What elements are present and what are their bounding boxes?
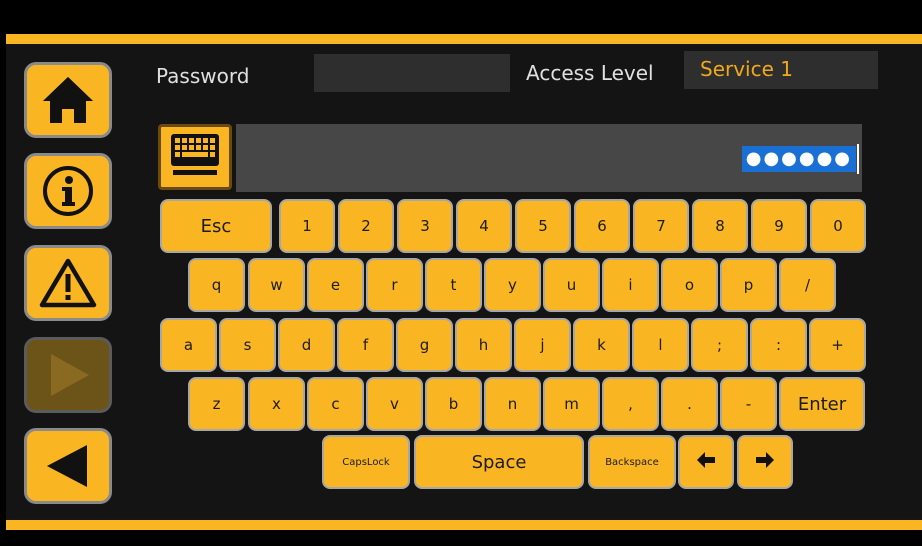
key-o[interactable]: o (661, 258, 718, 312)
key-l[interactable]: l (632, 318, 689, 372)
play-icon (43, 350, 93, 400)
key-h[interactable]: h (455, 318, 512, 372)
key-z[interactable]: z (188, 377, 245, 431)
key-5[interactable]: 5 (515, 199, 571, 253)
key-s[interactable]: s (219, 318, 276, 372)
key-u[interactable]: u (543, 258, 600, 312)
key-3[interactable]: 3 (397, 199, 453, 253)
warning-icon (39, 257, 97, 309)
home-button[interactable] (24, 62, 112, 138)
key-k[interactable]: k (573, 318, 630, 372)
key-arrow-left[interactable] (678, 435, 734, 489)
key-minus[interactable]: - (720, 377, 777, 431)
top-accent-bar (6, 34, 922, 44)
key-space[interactable]: Space (414, 435, 584, 489)
key-4[interactable]: 4 (456, 199, 512, 253)
keyboard-icon (169, 132, 221, 182)
key-esc[interactable]: Esc (160, 199, 272, 253)
keyboard-toggle-button[interactable] (158, 124, 232, 190)
key-enter[interactable]: Enter (779, 377, 865, 431)
key-8[interactable]: 8 (692, 199, 748, 253)
key-i[interactable]: i (602, 258, 659, 312)
key-g[interactable]: g (396, 318, 453, 372)
key-j[interactable]: j (514, 318, 571, 372)
key-t[interactable]: t (425, 258, 482, 312)
key-w[interactable]: w (248, 258, 305, 312)
info-icon (41, 164, 95, 218)
key-y[interactable]: y (484, 258, 541, 312)
key-0[interactable]: 0 (810, 199, 866, 253)
home-icon (40, 74, 96, 126)
key-arrow-right[interactable] (737, 435, 793, 489)
key-1[interactable]: 1 (279, 199, 335, 253)
key-7[interactable]: 7 (633, 199, 689, 253)
key-backspace[interactable]: Backspace (588, 435, 676, 489)
info-button[interactable] (24, 153, 112, 229)
key-plus[interactable]: + (809, 318, 866, 372)
back-button[interactable] (24, 428, 112, 504)
password-label: Password (156, 64, 250, 88)
key-r[interactable]: r (366, 258, 423, 312)
password-field[interactable] (314, 54, 510, 92)
key-colon[interactable]: : (750, 318, 807, 372)
masked-password: ●●●●●● (741, 146, 856, 172)
key-x[interactable]: x (248, 377, 305, 431)
alarm-button[interactable] (24, 245, 112, 321)
key-d[interactable]: d (278, 318, 335, 372)
text-caret (857, 144, 859, 174)
key-slash[interactable]: / (779, 258, 836, 312)
key-semicolon[interactable]: ; (691, 318, 748, 372)
key-2[interactable]: 2 (338, 199, 394, 253)
key-9[interactable]: 9 (751, 199, 807, 253)
key-v[interactable]: v (366, 377, 423, 431)
access-level-value: Service 1 (684, 51, 878, 89)
right-arrow-icon (755, 451, 775, 473)
password-entry-field[interactable]: ●●●●●● (236, 124, 862, 192)
left-arrow-icon (696, 451, 716, 473)
key-capslock[interactable]: CapsLock (322, 435, 410, 489)
key-q[interactable]: q (188, 258, 245, 312)
forward-button[interactable] (24, 337, 112, 413)
key-a[interactable]: a (160, 318, 217, 372)
key-b[interactable]: b (425, 377, 482, 431)
key-f[interactable]: f (337, 318, 394, 372)
key-c[interactable]: c (307, 377, 364, 431)
key-comma[interactable]: , (602, 377, 659, 431)
key-m[interactable]: m (543, 377, 600, 431)
access-level-label: Access Level (526, 61, 654, 85)
key-n[interactable]: n (484, 377, 541, 431)
key-e[interactable]: e (307, 258, 364, 312)
key-p[interactable]: p (720, 258, 777, 312)
key-period[interactable]: . (661, 377, 718, 431)
key-6[interactable]: 6 (574, 199, 630, 253)
left-triangle-icon (43, 441, 93, 491)
bottom-accent-bar (6, 520, 922, 530)
